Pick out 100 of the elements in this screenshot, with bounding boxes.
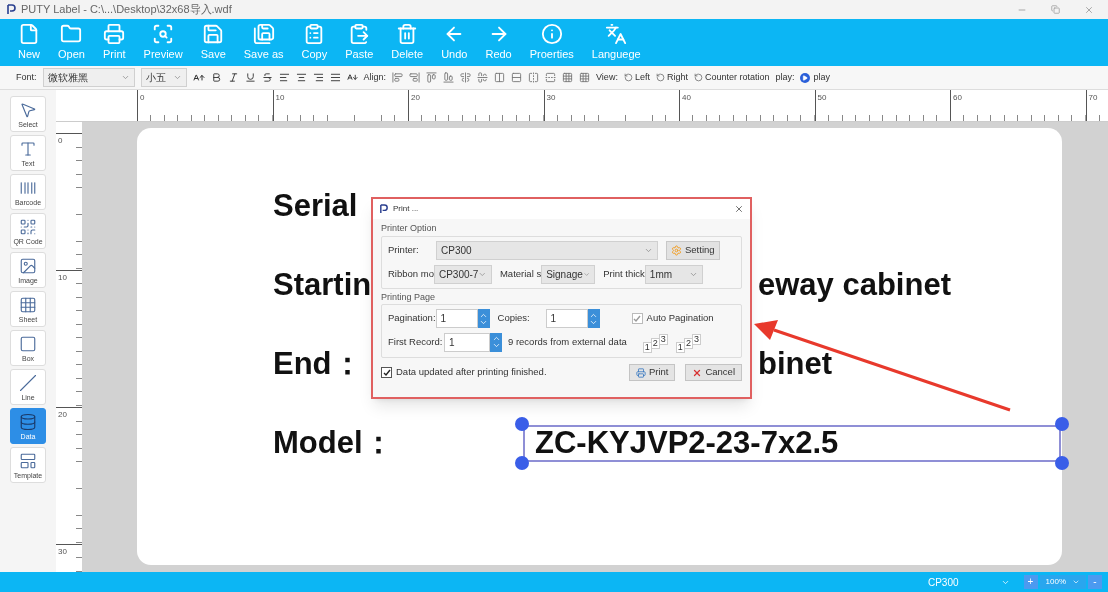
align-tool-icon[interactable]: [545, 72, 557, 83]
app-logo-icon: [379, 204, 389, 214]
file-icon: [18, 23, 40, 45]
play-label: play:: [775, 70, 795, 84]
first-record-field[interactable]: 1: [444, 332, 490, 352]
align-tool-icon[interactable]: [409, 72, 421, 83]
checkbox-label: Auto Pagination: [646, 311, 714, 326]
rotate-icon: [623, 73, 633, 82]
align-tool-icon[interactable]: [511, 72, 523, 83]
align-tool-icon[interactable]: [494, 72, 506, 83]
cancel-button[interactable]: Cancel: [685, 364, 742, 381]
pagination-field[interactable]: 1: [435, 309, 478, 328]
trash-icon: [396, 23, 419, 45]
group-title: Printing Page: [381, 290, 437, 304]
clipboard-icon: [348, 23, 371, 45]
save-as-icon: [252, 23, 275, 45]
printer-select[interactable]: CP300: [436, 240, 658, 260]
align-center-icon[interactable]: [295, 72, 307, 83]
align-tool-icon[interactable]: [562, 72, 574, 83]
font-larger-icon[interactable]: [192, 71, 205, 84]
ruler-number: 60: [953, 92, 962, 104]
page-order-option[interactable]: 1 2 3: [642, 331, 668, 353]
close-icon[interactable]: [1084, 4, 1094, 15]
ruler-number: 0: [140, 92, 145, 104]
ruler-number: 0: [58, 135, 63, 147]
play-button[interactable]: play: [800, 70, 830, 85]
field-label: First Record:: [388, 334, 444, 349]
ruler-number: 20: [58, 409, 67, 421]
field-label: Material s: [499, 266, 542, 281]
size-select[interactable]: 小五: [140, 68, 187, 87]
checkbox[interactable]: [631, 313, 643, 324]
italic-icon[interactable]: [227, 72, 239, 83]
align-tool-icon[interactable]: [426, 72, 438, 83]
gear-icon: [671, 244, 682, 256]
font-smaller-icon[interactable]: [346, 72, 358, 83]
folder-icon: [60, 23, 83, 45]
align-tool-icon[interactable]: [579, 72, 591, 83]
ruler-number: 30: [546, 92, 556, 104]
setting-button[interactable]: Setting: [666, 240, 720, 260]
resize-handle[interactable]: [1055, 416, 1069, 431]
view-button[interactable]: Right: [655, 70, 688, 85]
bold-icon[interactable]: [210, 72, 222, 83]
option-select[interactable]: CP300-7: [433, 264, 492, 284]
ruler-number: 10: [58, 272, 67, 284]
field-label: Copies:: [497, 311, 531, 326]
ruler-number: 50: [817, 92, 827, 104]
resize-handle[interactable]: [515, 416, 529, 431]
print-button[interactable]: Print: [628, 364, 676, 381]
strikethrough-icon[interactable]: [261, 72, 273, 83]
option-select[interactable]: 1mm: [644, 264, 703, 284]
option-select[interactable]: Signage: [541, 264, 596, 284]
font-select[interactable]: 微软雅黑: [42, 68, 135, 87]
caret-icon: [1072, 578, 1080, 586]
caret-icon: [172, 73, 182, 82]
label-text: Serial: [273, 186, 358, 225]
window-title: PUTY Label - C:\...\Desktop\32x68导入.wdf: [21, 2, 232, 18]
view-button[interactable]: Left: [623, 70, 650, 85]
label-text: Model：: [273, 423, 394, 462]
align-tool-icon[interactable]: [392, 72, 404, 83]
align-tool-icon[interactable]: [443, 72, 455, 83]
page-order-option[interactable]: 1 2 3: [675, 331, 701, 353]
label-text: eway cabinet: [758, 265, 951, 304]
rotate-icon: [693, 73, 703, 82]
align-left-icon[interactable]: [278, 72, 290, 83]
checkbox-label: Data updated after printing finished.: [396, 365, 547, 380]
dialog-title: Print ...: [393, 203, 419, 215]
ruler-number: 30: [58, 546, 67, 558]
ruler-number: 70: [1088, 92, 1098, 104]
resize-handle[interactable]: [1055, 455, 1069, 470]
field-label: Print thick: [603, 266, 645, 281]
checkbox[interactable]: [381, 367, 392, 378]
align-tool-icon[interactable]: [528, 72, 540, 83]
close-icon[interactable]: [734, 204, 744, 214]
align-tool-icon[interactable]: [477, 72, 489, 83]
spinner-arrows-icon[interactable]: [490, 332, 502, 352]
magnifier-icon: [152, 23, 175, 45]
underline-icon[interactable]: [244, 72, 256, 83]
selected-text-field[interactable]: ZC-KYJVP2-23-7x2.5: [523, 424, 1061, 462]
resize-handle[interactable]: [515, 455, 529, 470]
align-tool-icon[interactable]: [460, 72, 472, 83]
square-icon: [19, 334, 37, 353]
caret-icon: [120, 73, 130, 82]
database-icon: [19, 412, 37, 431]
field-label: Printer:: [388, 242, 420, 257]
records-note: 9 records from external data: [508, 334, 627, 349]
ruler-number: 10: [275, 92, 285, 104]
printer-icon: [103, 23, 126, 45]
view-button[interactable]: Counter rotation: [693, 70, 770, 85]
cross-icon: [692, 367, 703, 378]
grid-icon: [19, 295, 37, 314]
copies-field[interactable]: 1: [545, 309, 588, 328]
qr-code-icon: [19, 217, 37, 236]
justify-icon[interactable]: [329, 72, 341, 83]
save-icon: [202, 23, 225, 45]
ruler-number: 20: [411, 92, 420, 104]
printer-icon: [635, 367, 646, 378]
align-right-icon[interactable]: [312, 72, 324, 83]
pointer-icon: [19, 100, 37, 119]
group-title: Printer Option: [381, 222, 438, 235]
label-text: binet: [758, 344, 833, 383]
